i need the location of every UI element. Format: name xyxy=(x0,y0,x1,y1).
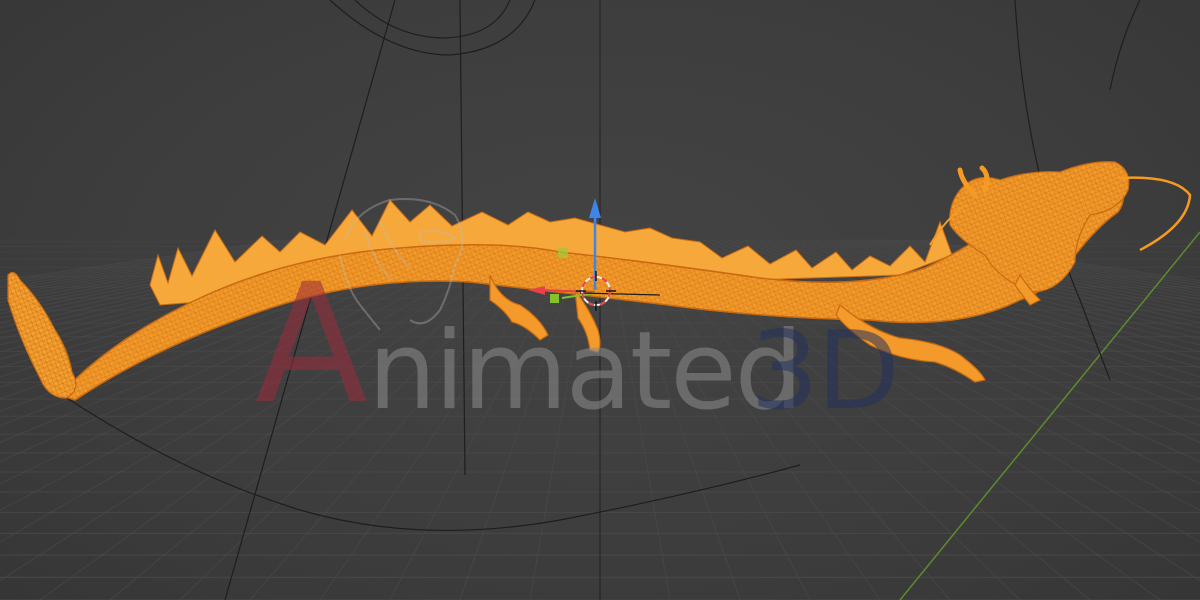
viewport-scene[interactable] xyxy=(0,0,1200,600)
watermark-first-letter: A xyxy=(255,248,368,440)
3d-viewport[interactable]: A nimated 3D xyxy=(0,0,1200,600)
dragon-whisker xyxy=(1119,176,1192,252)
watermark-suffix-text: 3D xyxy=(750,309,900,434)
watermark-middle-text: nimated xyxy=(368,309,803,434)
